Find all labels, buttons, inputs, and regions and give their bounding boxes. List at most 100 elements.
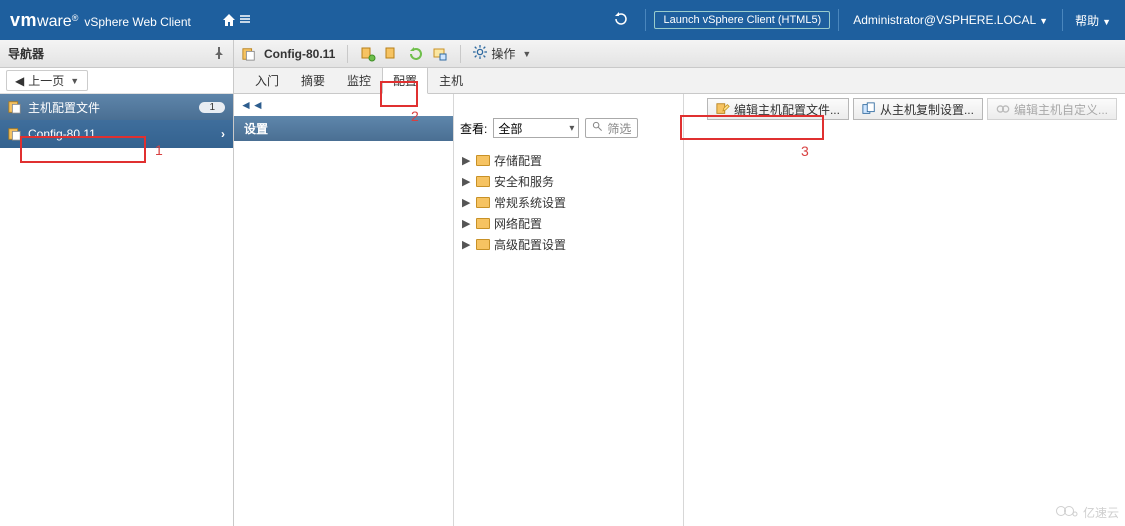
toolbar-icon-1[interactable]	[360, 46, 376, 62]
filter-placeholder: 筛选	[607, 120, 631, 137]
host-profile-icon	[242, 47, 256, 61]
collapse-handle[interactable]: ◄◄	[234, 94, 453, 116]
tabs-bar: 入门 摘要 监控 配置 主机	[234, 68, 1125, 94]
navigator-item-selected[interactable]: Config-80.11 ›	[0, 120, 233, 148]
navigator-back-row: ◀ 上一页 ▼	[0, 68, 233, 94]
copy-from-host-button[interactable]: 从主机复制设置...	[853, 98, 983, 120]
launch-html5-button[interactable]: Launch vSphere Client (HTML5)	[654, 11, 830, 29]
navigator-category[interactable]: 主机配置文件 1	[0, 94, 233, 120]
brand: vmware® vSphere Web Client	[10, 10, 191, 31]
help-menu[interactable]: 帮助▼	[1071, 12, 1115, 29]
navigator-category-badge: 1	[199, 102, 225, 113]
menu-bars-icon	[239, 13, 251, 28]
chevron-right-icon: ›	[221, 127, 225, 141]
config-tree-column: 查看: 全部 筛选 ▶ 存储配置 ▶ 安全和服务 ▶ 常规系统设置 ▶ 网络配置 ▶ 高级…	[454, 94, 684, 526]
filter-input[interactable]: 筛选	[585, 118, 638, 138]
tree-item-storage[interactable]: ▶ 存储配置	[462, 150, 675, 171]
tree-caret-icon: ▶	[462, 154, 472, 167]
tab-getting-started[interactable]: 入门	[244, 67, 290, 93]
gear-icon	[473, 45, 487, 62]
user-menu[interactable]: Administrator@VSPHERE.LOCAL▼	[847, 13, 1054, 27]
tree-item-label: 网络配置	[494, 215, 542, 232]
tree-item-security[interactable]: ▶ 安全和服务	[462, 171, 675, 192]
host-profile-icon	[8, 100, 22, 114]
view-select-value: 全部	[498, 120, 522, 137]
view-filter-row: 查看: 全部 筛选	[454, 114, 683, 144]
chevron-left-icon: ◀	[15, 74, 24, 88]
chevron-down-icon: ▼	[522, 49, 531, 59]
view-select[interactable]: 全部	[493, 118, 579, 138]
edit-customizations-icon	[996, 102, 1010, 116]
annotation-2: 2	[411, 108, 419, 124]
watermark: 亿速云	[1055, 499, 1119, 526]
copy-from-host-label: 从主机复制设置...	[880, 101, 974, 118]
edit-host-profile-button[interactable]: 编辑主机配置文件...	[707, 98, 849, 120]
brand-reg: ®	[72, 13, 79, 23]
toolbar-icon-3[interactable]	[408, 46, 424, 62]
app-topbar: vmware® vSphere Web Client Launch vSpher…	[0, 0, 1125, 40]
view-label: 查看:	[460, 120, 487, 137]
tree-caret-icon: ▶	[462, 217, 472, 230]
tab-monitor[interactable]: 监控	[336, 67, 382, 93]
tree-caret-icon: ▶	[462, 175, 472, 188]
folder-icon	[476, 218, 490, 229]
back-label: 上一页	[28, 72, 64, 89]
tab-configure[interactable]: 配置	[382, 67, 428, 94]
tab-summary[interactable]: 摘要	[290, 67, 336, 93]
folder-icon	[476, 197, 490, 208]
folder-icon	[476, 239, 490, 250]
edit-host-profile-label: 编辑主机配置文件...	[734, 101, 840, 118]
tab-hosts[interactable]: 主机	[428, 67, 474, 93]
tree-item-label: 存储配置	[494, 152, 542, 169]
action-button-row: 编辑主机配置文件... 从主机复制设置... 编辑主机自定义...	[707, 98, 1117, 120]
chevron-down-icon: ▼	[70, 76, 79, 86]
config-tree: ▶ 存储配置 ▶ 安全和服务 ▶ 常规系统设置 ▶ 网络配置 ▶ 高级配置设置	[454, 144, 683, 261]
object-name: Config-80.11	[264, 47, 335, 61]
pin-icon[interactable]	[213, 46, 225, 62]
settings-column: ◄◄ 设置	[234, 94, 454, 526]
brand-vm: vm	[10, 10, 37, 30]
search-icon	[592, 121, 603, 135]
object-bar: Config-80.11 操作 ▼	[234, 40, 1125, 68]
back-button[interactable]: ◀ 上一页 ▼	[6, 70, 88, 91]
watermark-icon	[1055, 499, 1079, 526]
toolbar-icon-2[interactable]	[384, 46, 400, 62]
refresh-icon[interactable]	[613, 11, 629, 30]
tree-item-label: 安全和服务	[494, 173, 554, 190]
tree-caret-icon: ▶	[462, 238, 472, 251]
home-button[interactable]	[221, 12, 251, 28]
watermark-text: 亿速云	[1083, 504, 1119, 521]
chevron-down-icon: ▼	[1039, 16, 1048, 26]
navigator-title-bar: 导航器	[0, 40, 233, 68]
chevron-down-icon: ▼	[1102, 17, 1111, 27]
navigator-category-label: 主机配置文件	[28, 99, 100, 116]
actions-label: 操作	[491, 45, 515, 62]
brand-ware: ware	[37, 13, 72, 30]
tree-item-advanced[interactable]: ▶ 高级配置设置	[462, 234, 675, 255]
navigator-title: 导航器	[8, 45, 44, 62]
annotation-3: 3	[801, 143, 809, 159]
brand-product: vSphere Web Client	[84, 15, 191, 29]
tree-item-network[interactable]: ▶ 网络配置	[462, 213, 675, 234]
tree-item-general[interactable]: ▶ 常规系统设置	[462, 192, 675, 213]
edit-host-customizations-label: 编辑主机自定义...	[1014, 101, 1108, 118]
help-label: 帮助	[1075, 14, 1099, 28]
edit-host-customizations-button[interactable]: 编辑主机自定义...	[987, 98, 1117, 120]
toolbar-icon-4[interactable]	[432, 46, 448, 62]
copy-settings-icon	[862, 102, 876, 116]
tree-item-label: 常规系统设置	[494, 194, 566, 211]
actions-menu[interactable]: 操作 ▼	[473, 45, 531, 62]
tree-caret-icon: ▶	[462, 196, 472, 209]
folder-icon	[476, 176, 490, 187]
annotation-1: 1	[155, 142, 163, 158]
tree-item-label: 高级配置设置	[494, 236, 566, 253]
content-panel: Config-80.11 操作 ▼ 入门 摘要 监控 配置 主机	[234, 40, 1125, 526]
details-area	[684, 94, 1125, 526]
folder-icon	[476, 155, 490, 166]
host-profile-icon	[8, 127, 22, 141]
user-label: Administrator@VSPHERE.LOCAL	[853, 13, 1036, 27]
edit-profile-icon	[716, 102, 730, 116]
navigator-panel: 导航器 ◀ 上一页 ▼ 主机配置文件 1 Config-80.11 ›	[0, 40, 234, 526]
navigator-item-label: Config-80.11	[28, 127, 96, 141]
settings-header: 设置	[234, 116, 453, 141]
